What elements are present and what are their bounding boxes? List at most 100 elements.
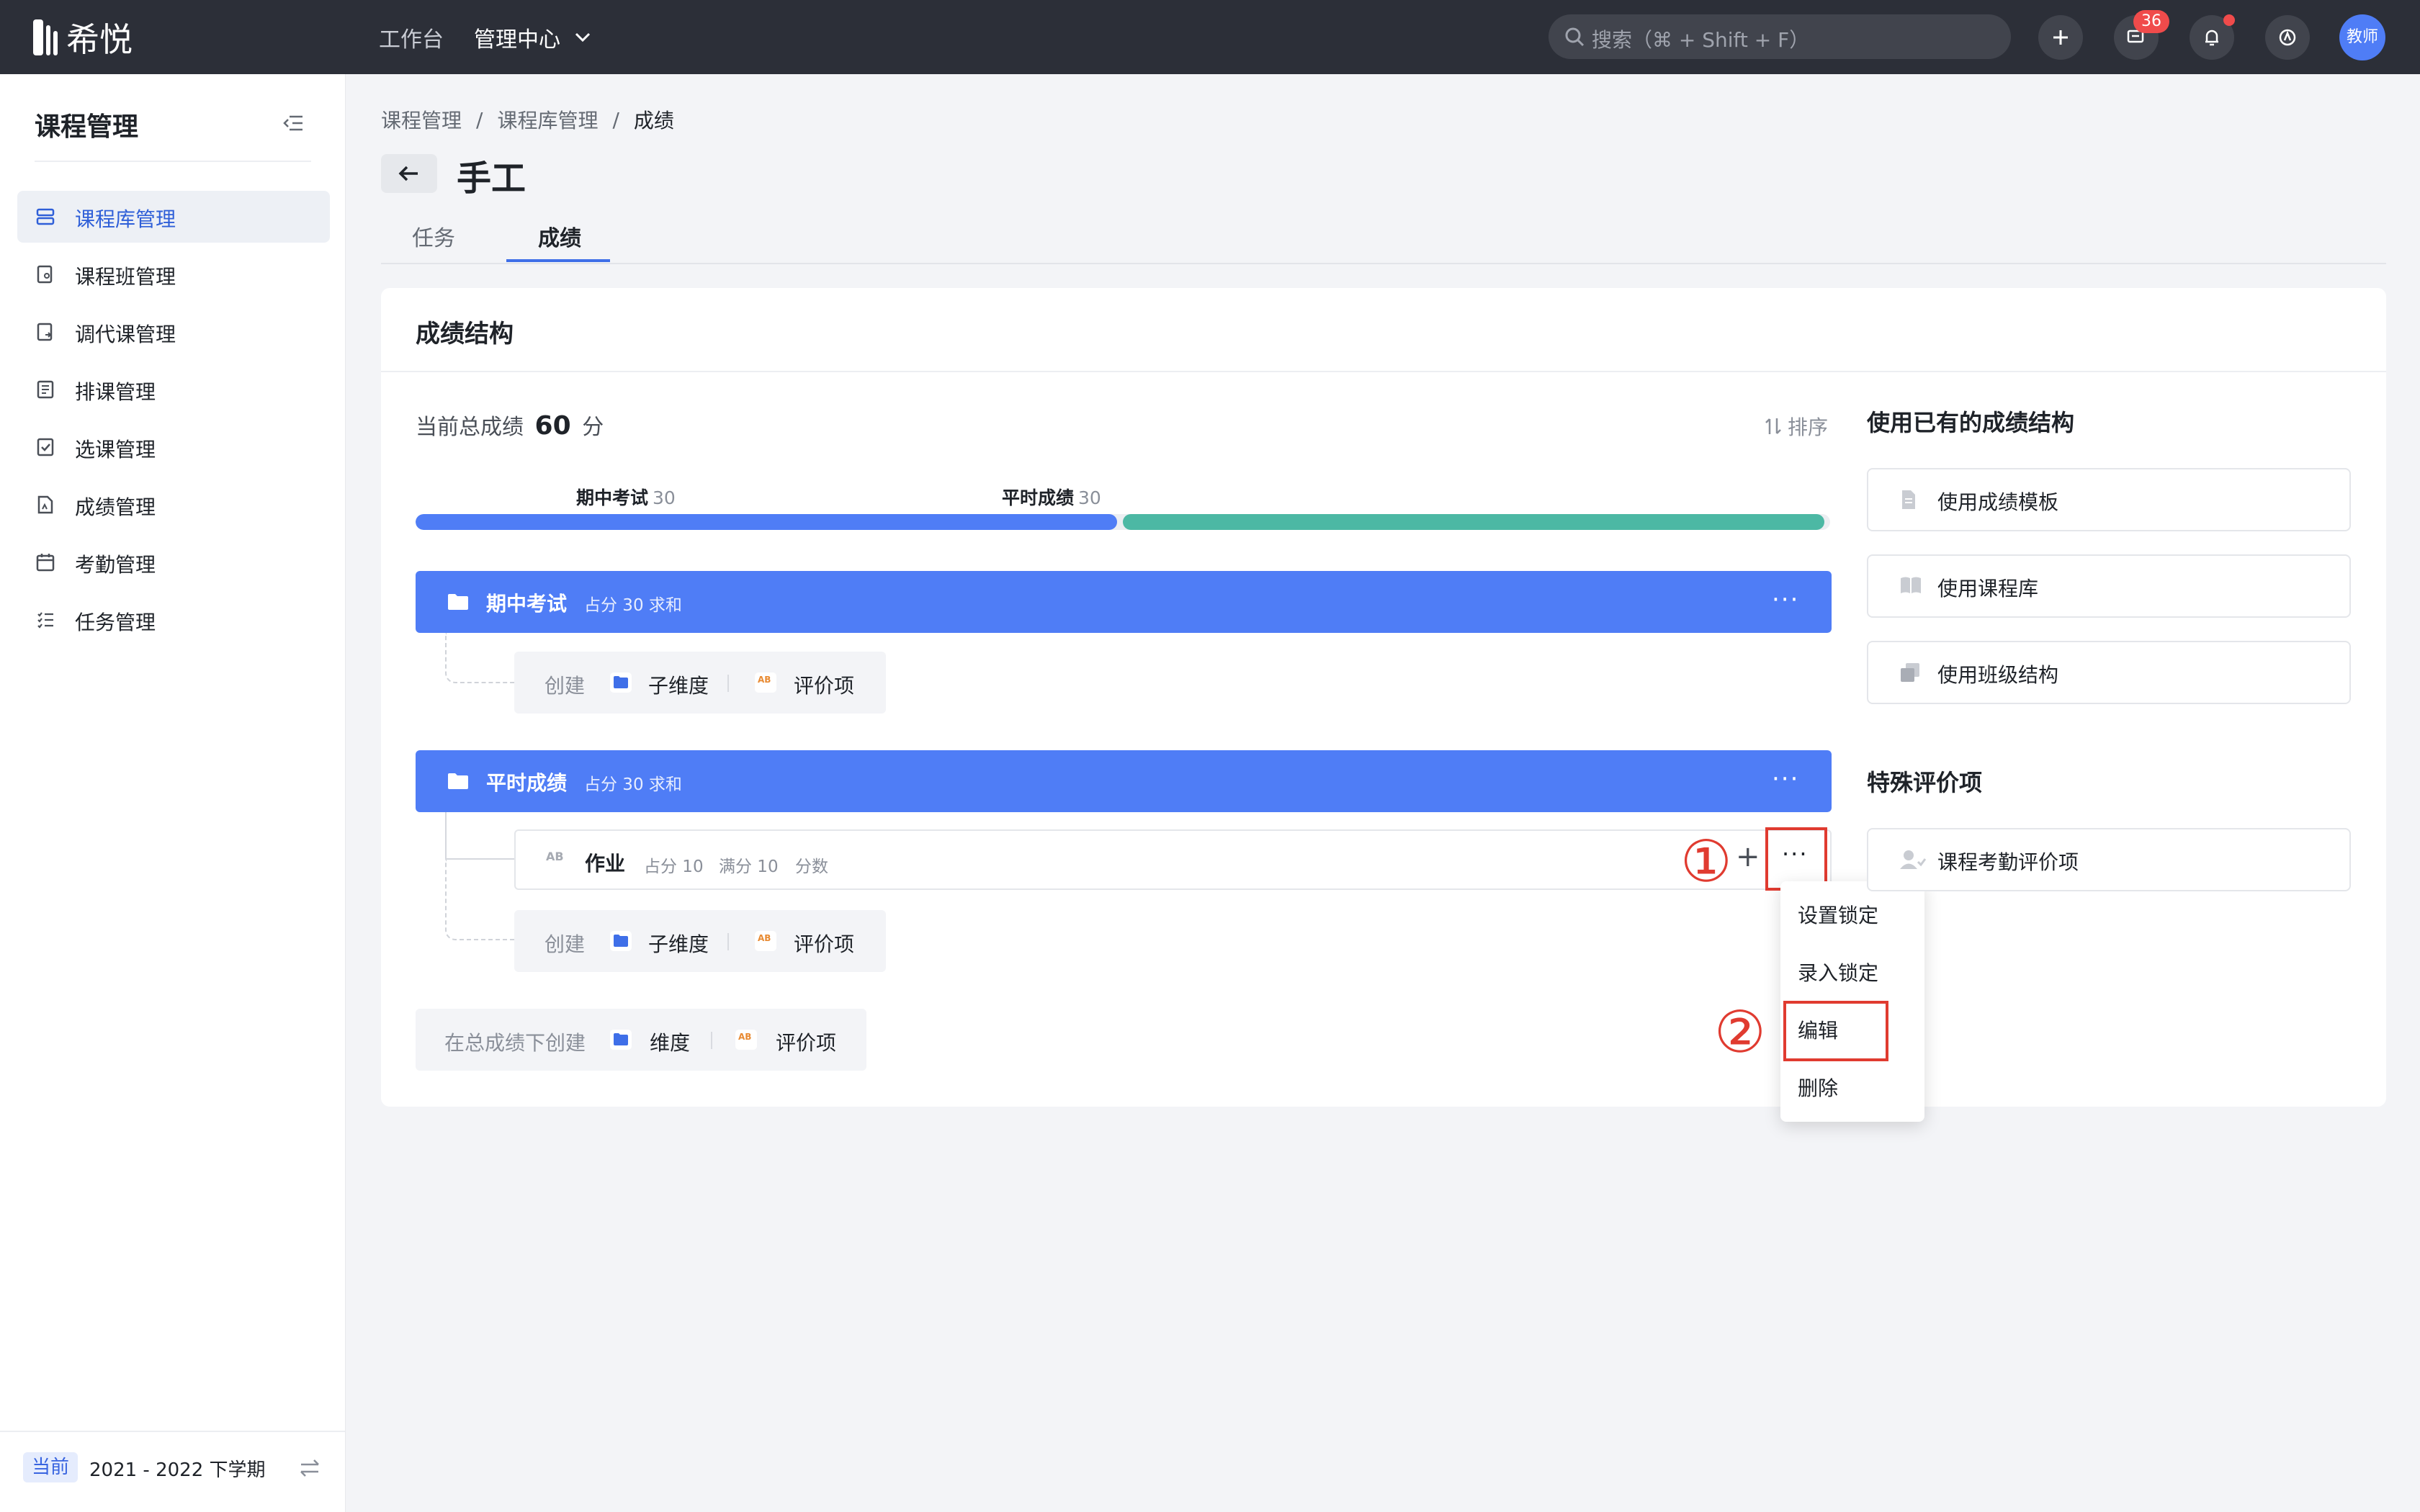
use-grade-template-button[interactable]: 使用成绩模板	[1867, 468, 2351, 531]
sidebar-item-label: 课程库管理	[75, 207, 176, 231]
switch-icon[interactable]	[298, 1458, 321, 1478]
menu-item-entry-lock[interactable]: 录入锁定	[1798, 958, 1878, 986]
button-label: 使用成绩模板	[1937, 490, 2059, 514]
dimension-meta: 占分 30 求和	[584, 596, 682, 615]
nav-admin-center[interactable]: 管理中心	[474, 22, 591, 53]
create-dimension-button[interactable]: 维度	[650, 1027, 690, 1056]
collapse-icon[interactable]	[282, 114, 304, 132]
use-class-structure-button[interactable]: 使用班级结构	[1867, 641, 2351, 704]
search-icon	[1565, 27, 1585, 47]
sidebar-item-course-selection[interactable]: 选课管理	[17, 421, 330, 473]
eval-item-share: 占分 10	[644, 858, 704, 876]
progress-segment-daily	[1123, 514, 1824, 530]
button-label: 使用班级结构	[1937, 663, 2059, 687]
search-box[interactable]: 搜索（⌘ + Shift + F）	[1549, 14, 2011, 59]
sidebar-title: 课程管理	[35, 112, 139, 142]
more-icon[interactable]: ···	[1772, 585, 1799, 614]
sidebar-item-substitute[interactable]: 调代课管理	[17, 306, 330, 358]
sidebar-item-grades[interactable]: 成绩管理	[17, 479, 330, 531]
class-book-icon	[37, 265, 53, 284]
message-count-badge: 36	[2133, 10, 2169, 33]
tab-grades[interactable]: 成绩	[538, 220, 581, 252]
logo-text: 希悦	[66, 20, 133, 59]
app-logo[interactable]: 希悦	[33, 16, 133, 59]
menu-item-delete[interactable]: 删除	[1798, 1073, 1838, 1102]
sidebar-item-label: 选课管理	[75, 438, 156, 462]
sidebar-footer-divider	[0, 1431, 345, 1432]
tree-connector	[445, 860, 516, 940]
calendar-icon	[36, 554, 55, 572]
add-icon[interactable]: +	[1736, 842, 1760, 871]
eval-item-icon: AB	[755, 672, 776, 693]
book-icon	[1901, 577, 1921, 593]
sidebar-item-scheduling[interactable]: 排课管理	[17, 364, 330, 415]
schedule-icon	[37, 380, 54, 399]
tab-tasks[interactable]: 任务	[412, 220, 455, 252]
tabs-baseline	[381, 263, 2386, 264]
course-attendance-eval-button[interactable]: 课程考勤评价项	[1867, 828, 2351, 891]
user-check-icon	[1900, 850, 1926, 869]
back-button[interactable]	[381, 154, 437, 193]
total-score-prefix: 当前总成绩	[416, 415, 524, 440]
folder-icon	[610, 931, 632, 951]
folder-icon	[448, 773, 468, 789]
sidebar-item-label: 调代课管理	[75, 323, 176, 346]
logo-mark-icon	[33, 19, 58, 55]
tree-connector	[445, 812, 447, 860]
more-icon[interactable]: ···	[1772, 765, 1799, 793]
dimension-header-daily[interactable]: 平时成绩 占分 30 求和 ···	[416, 750, 1832, 812]
edit-highlight-box	[1783, 1001, 1888, 1061]
create-sub-dimension-button[interactable]: 子维度	[648, 670, 709, 699]
avatar[interactable]: 教师	[2339, 14, 2385, 60]
eval-item-icon: AB	[735, 1030, 757, 1050]
special-eval-title: 特殊评价项	[1867, 769, 1983, 796]
create-eval-item-button[interactable]: 评价项	[794, 670, 854, 699]
sidebar-item-course-library[interactable]: 课程库管理	[17, 191, 330, 243]
sidebar-item-attendance[interactable]: 考勤管理	[17, 536, 330, 588]
substitute-icon	[37, 323, 53, 341]
dimension-meta: 占分 30 求和	[584, 775, 682, 794]
create-sub-dimension-button[interactable]: 子维度	[648, 929, 709, 958]
folder-icon	[448, 594, 468, 610]
dimension-header-midterm[interactable]: 期中考试 占分 30 求和 ···	[416, 571, 1832, 633]
create-eval-item-button[interactable]: 评价项	[776, 1027, 836, 1056]
nav-admin-label: 管理中心	[474, 27, 560, 53]
chip-separator	[727, 933, 729, 950]
create-row-midterm: 创建 子维度 AB 评价项	[514, 652, 886, 714]
breadcrumb-item[interactable]: 课程管理	[381, 105, 462, 134]
eval-item-row[interactable]: AB 作业 占分 10 满分 10 分数	[514, 829, 1832, 890]
create-label: 创建	[544, 674, 586, 698]
progress-label-daily: 平时成绩 30	[1002, 484, 1101, 510]
chip-separator	[711, 1032, 712, 1049]
app-switch-button[interactable]	[2265, 15, 2310, 60]
use-course-library-button[interactable]: 使用课程库	[1867, 554, 2351, 618]
sidebar-item-tasks[interactable]: 任务管理	[17, 594, 330, 646]
root-create-label: 在总成绩下创建	[444, 1031, 586, 1055]
sort-button[interactable]: 排序	[1765, 412, 1828, 441]
nav-workbench[interactable]: 工作台	[379, 22, 444, 53]
arrow-left-icon	[398, 166, 418, 181]
eval-item-full-score: 满分 10	[719, 858, 779, 876]
breadcrumb-item[interactable]: 课程库管理	[497, 105, 598, 134]
chevron-down-icon	[575, 32, 591, 42]
menu-item-setting-lock[interactable]: 设置锁定	[1798, 900, 1878, 929]
document-icon	[1902, 490, 1915, 509]
total-score-unit: 分	[582, 415, 604, 440]
sidebar-item-label: 考勤管理	[75, 553, 156, 577]
sidebar: 课程管理 课程库管理 课程班管理 调代课管理 排课管理 选课管理 成绩管理 考勤…	[0, 74, 346, 1512]
sidebar-item-label: 成绩管理	[75, 495, 156, 519]
annotation-step-2: ②	[1714, 999, 1766, 1066]
button-label: 课程考勤评价项	[1937, 850, 2079, 874]
dimension-name: 平时成绩	[486, 771, 568, 795]
progress-value: 30	[653, 487, 676, 508]
sidebar-item-course-class[interactable]: 课程班管理	[17, 248, 330, 300]
folder-icon	[610, 672, 632, 693]
create-eval-item-button[interactable]: 评价项	[794, 929, 854, 958]
total-score-value: 60	[534, 411, 571, 441]
total-score: 当前总成绩 60 分	[416, 409, 604, 441]
existing-structure-title: 使用已有的成绩结构	[1867, 409, 2075, 436]
bell-icon	[2205, 30, 2218, 46]
add-button[interactable]	[2038, 15, 2083, 60]
root-create-row: 在总成绩下创建 维度 AB 评价项	[416, 1009, 866, 1071]
create-label: 创建	[544, 932, 586, 956]
